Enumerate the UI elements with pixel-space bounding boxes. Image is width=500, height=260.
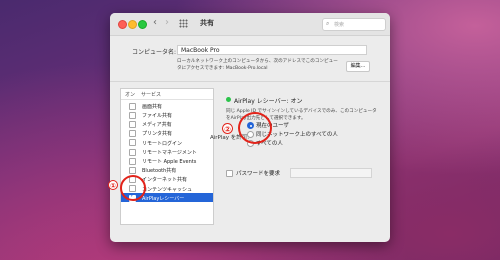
service-row-remote-login[interactable]: リモートログイン (121, 138, 213, 147)
close-window-button[interactable] (118, 20, 127, 29)
service-list: オン サービス 画面共有 ファイル共有 メディア共有 プリンタ共有 リモートログ… (120, 88, 214, 225)
checkbox[interactable] (129, 148, 136, 156)
checkbox[interactable] (129, 120, 136, 128)
title-bar: ‹ › 共有 ⌕ 検索 (110, 13, 390, 36)
annotation-circle-1 (120, 175, 146, 201)
service-row-remote-apple-events[interactable]: リモート Apple Events (121, 156, 213, 165)
service-row-remote-management[interactable]: リモートマネージメント (121, 147, 213, 156)
annotation-marker-2: ② (222, 123, 233, 134)
require-password-label: パスワードを要求 (236, 171, 281, 177)
service-row-bluetooth-sharing[interactable]: Bluetooth共有 (121, 165, 213, 174)
service-row-screen-sharing[interactable]: 画面共有 (121, 101, 213, 110)
window-title: 共有 (200, 19, 214, 27)
service-list-header: オン サービス (121, 89, 213, 100)
computer-name-field[interactable]: MacBook Pro (177, 45, 367, 55)
computer-name-label: コンピュータ名: (132, 49, 177, 56)
service-row-printer-sharing[interactable]: プリンタ共有 (121, 129, 213, 138)
checkbox[interactable] (129, 166, 136, 174)
grid-icon[interactable] (179, 19, 188, 28)
search-icon: ⌕ (326, 20, 330, 27)
annotation-marker-1: ① (108, 180, 118, 190)
service-row-file-sharing[interactable]: ファイル共有 (121, 110, 213, 119)
minimize-window-button[interactable] (128, 20, 137, 29)
checkbox[interactable] (129, 157, 136, 165)
computer-name-description: ローカルネットワーク上のコンピュータから、次のアドレスでこのコンピュータにアクセ… (177, 59, 338, 71)
back-chevron-icon[interactable]: ‹ (153, 17, 157, 29)
checkbox[interactable] (129, 102, 136, 110)
service-row-media-sharing[interactable]: メディア共有 (121, 119, 213, 128)
checkbox[interactable] (129, 139, 136, 147)
status-on-icon (226, 97, 231, 102)
search-field[interactable]: ⌕ 検索 (322, 18, 386, 31)
search-placeholder: 検索 (334, 22, 345, 28)
forward-chevron-icon[interactable]: › (165, 17, 169, 29)
airplay-status: AirPlay レシーバー: オン (234, 98, 303, 105)
header-on: オン (125, 92, 136, 98)
header-service: サービス (141, 92, 162, 98)
checkbox[interactable] (129, 130, 136, 138)
checkbox[interactable] (129, 111, 136, 119)
zoom-window-button[interactable] (138, 20, 147, 29)
password-field[interactable] (290, 168, 372, 178)
annotation-circle-2 (238, 112, 272, 144)
edit-button[interactable]: 編集... (346, 61, 370, 72)
section-divider (110, 81, 390, 82)
require-password-checkbox[interactable] (226, 170, 233, 177)
